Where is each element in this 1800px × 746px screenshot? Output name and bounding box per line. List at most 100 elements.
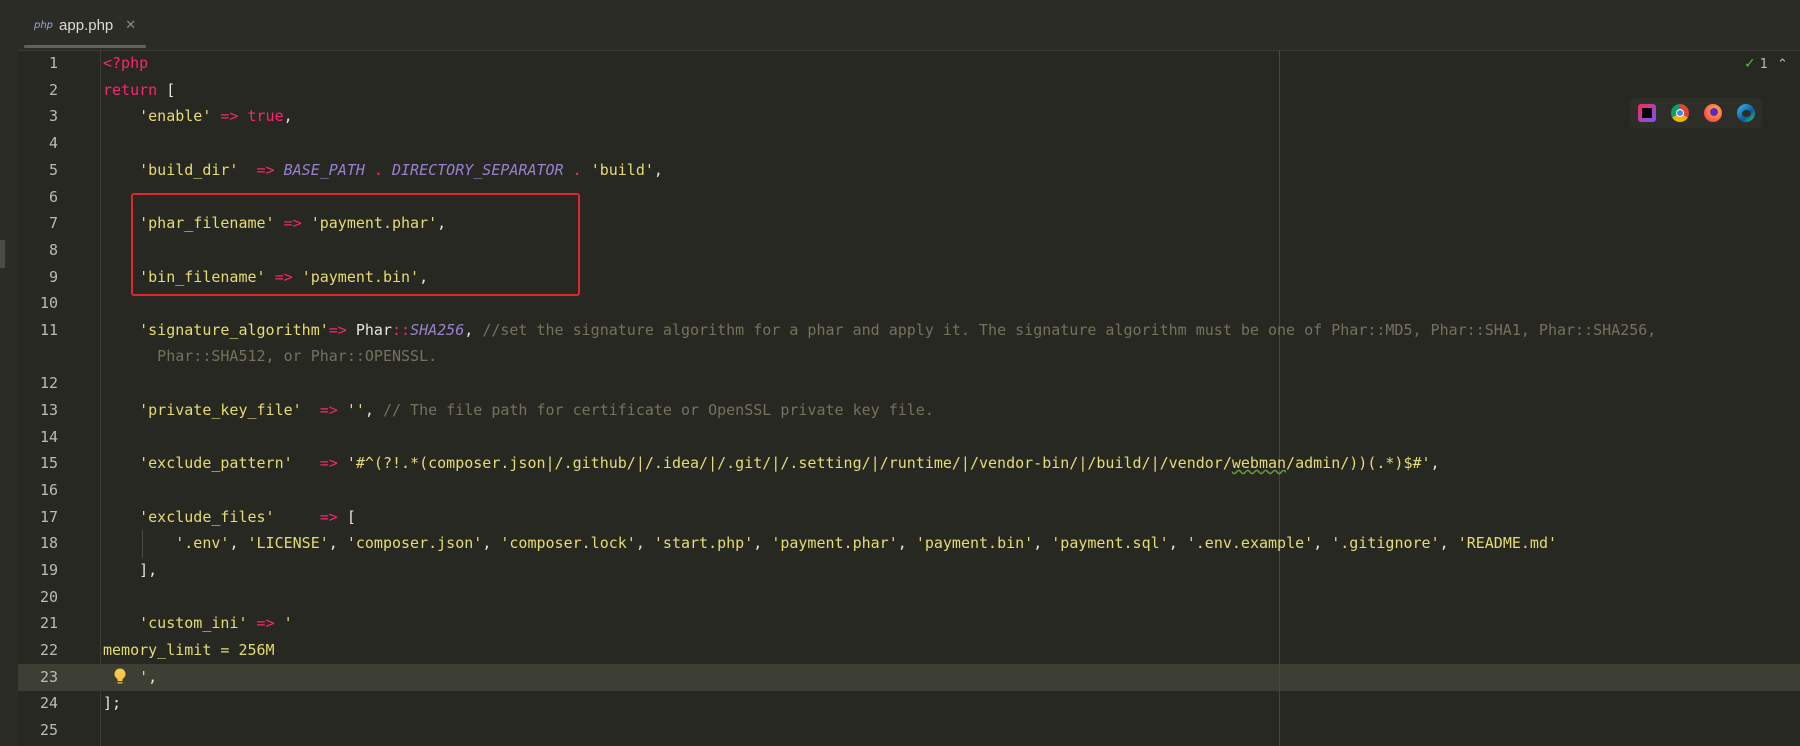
line-number: 8 [48, 241, 58, 259]
string: 'payment.bin' [915, 534, 1034, 552]
indent-guide [142, 530, 143, 558]
punctuation: , [635, 534, 654, 552]
tab-label: app.php [59, 16, 114, 34]
scroll-marker [0, 240, 5, 268]
line-number: 7 [48, 214, 58, 232]
punctuation: , [897, 534, 916, 552]
gutter-divider [100, 50, 101, 746]
chrome-icon[interactable] [1670, 104, 1689, 122]
string: memory_limit = 256M [103, 641, 275, 659]
line-number: 19 [39, 561, 58, 579]
punctuation: , [482, 534, 501, 552]
comment: //set the signature algorithm for a phar… [482, 321, 1657, 339]
line-number: 23 [39, 668, 58, 686]
string: 'LICENSE' [247, 534, 329, 552]
string: ' [283, 614, 293, 632]
operator: :: [392, 321, 411, 339]
code-line: 'enable' => true, [103, 103, 293, 129]
line-number: 13 [39, 401, 58, 419]
check-icon: ✓ [1744, 56, 1756, 72]
browser-preview-bar [1630, 98, 1762, 128]
keyword: return [103, 81, 158, 99]
keyword: true [247, 107, 284, 125]
editor-tab-bar: php app.php ✕ [0, 0, 1800, 51]
punctuation: [ [157, 81, 176, 99]
line-number: 4 [48, 134, 58, 152]
punctuation: , [229, 534, 248, 552]
operator: => [238, 161, 284, 179]
comment: // The file path for certificate or Open… [382, 401, 934, 419]
string: 'custom_ini' [139, 614, 248, 632]
inspection-widget[interactable]: ✓ 1 ⌃ [1744, 54, 1788, 74]
line-number: 10 [39, 294, 58, 312]
string: 'private_key_file' [139, 401, 302, 419]
line-number: 1 [48, 54, 58, 72]
punctuation: , [1168, 534, 1187, 552]
string: '.gitignore' [1331, 534, 1440, 552]
string: 'build' [590, 161, 654, 179]
string: 'exclude_pattern' [139, 454, 293, 472]
line-number: 21 [39, 614, 58, 632]
php-file-icon: php [34, 19, 54, 31]
line-number: 12 [39, 374, 58, 392]
code-line: memory_limit = 256M [103, 637, 275, 663]
code-line: 'private_key_file' => '', // The file pa… [103, 397, 934, 423]
punctuation: , [1430, 454, 1440, 472]
string: '' [346, 401, 365, 419]
string: 'start.php' [653, 534, 754, 552]
line-number: 18 [39, 534, 58, 552]
code-editor[interactable]: <?php return [ 'enable' => true, 'build_… [103, 50, 1800, 746]
code-line: ]; [103, 690, 121, 716]
punctuation: , [464, 321, 483, 339]
string: 'composer.lock' [500, 534, 636, 552]
edge-icon[interactable] [1736, 104, 1755, 122]
operator: => [301, 401, 347, 419]
spellcheck-word: webman [1231, 454, 1287, 472]
string: 'composer.json' [346, 534, 483, 552]
line-number: 5 [48, 161, 58, 179]
string: /admin/))(.*)$#' [1286, 454, 1431, 472]
punctuation: , [364, 401, 383, 419]
chevron-up-icon[interactable]: ⌃ [1777, 57, 1788, 72]
line-number: 22 [39, 641, 58, 659]
code-line-wrapped: Phar::SHA512, or Phar::OPENSSL. [103, 343, 437, 369]
code-line: 'build_dir' => BASE_PATH . DIRECTORY_SEP… [103, 157, 663, 183]
phpstorm-icon[interactable] [1637, 104, 1656, 122]
string: 'payment.sql' [1051, 534, 1169, 552]
string: 'payment.phar' [771, 534, 898, 552]
firefox-icon[interactable] [1703, 104, 1722, 122]
active-tab-indicator [24, 45, 146, 48]
code-line: 'custom_ini' => ' [103, 610, 293, 636]
constant: BASE_PATH [283, 161, 365, 179]
operator: . [563, 161, 591, 179]
tab-app-php[interactable]: php app.php ✕ [22, 0, 146, 50]
operator: => [274, 508, 347, 526]
punctuation: , [283, 107, 293, 125]
code-line: <?php [103, 50, 148, 76]
code-line: ], [103, 557, 157, 583]
constant: SHA256 [410, 321, 465, 339]
code-line: '.env', 'LICENSE', 'composer.json', 'com… [103, 530, 1557, 556]
lightbulb-icon[interactable] [111, 667, 129, 687]
line-number-gutter: 1 2 3 4 5 6 7 8 9 10 11 12 13 14 15 16 1… [18, 50, 100, 746]
punctuation: , [1439, 534, 1458, 552]
php-open-tag: <?php [103, 54, 149, 72]
line-number: 3 [48, 107, 58, 125]
string: 'README.md' [1457, 534, 1558, 552]
punctuation: , [653, 161, 663, 179]
operator: . [364, 161, 392, 179]
annotation-highlight-box [131, 193, 580, 296]
line-number: 15 [39, 454, 58, 472]
operator: => [247, 614, 284, 632]
code-line: 'exclude_pattern' => '#^(?!.*(composer.j… [103, 450, 1440, 476]
close-icon[interactable]: ✕ [125, 18, 136, 33]
punctuation: , [1313, 534, 1332, 552]
code-line: 'exclude_files' => [ [103, 504, 356, 530]
